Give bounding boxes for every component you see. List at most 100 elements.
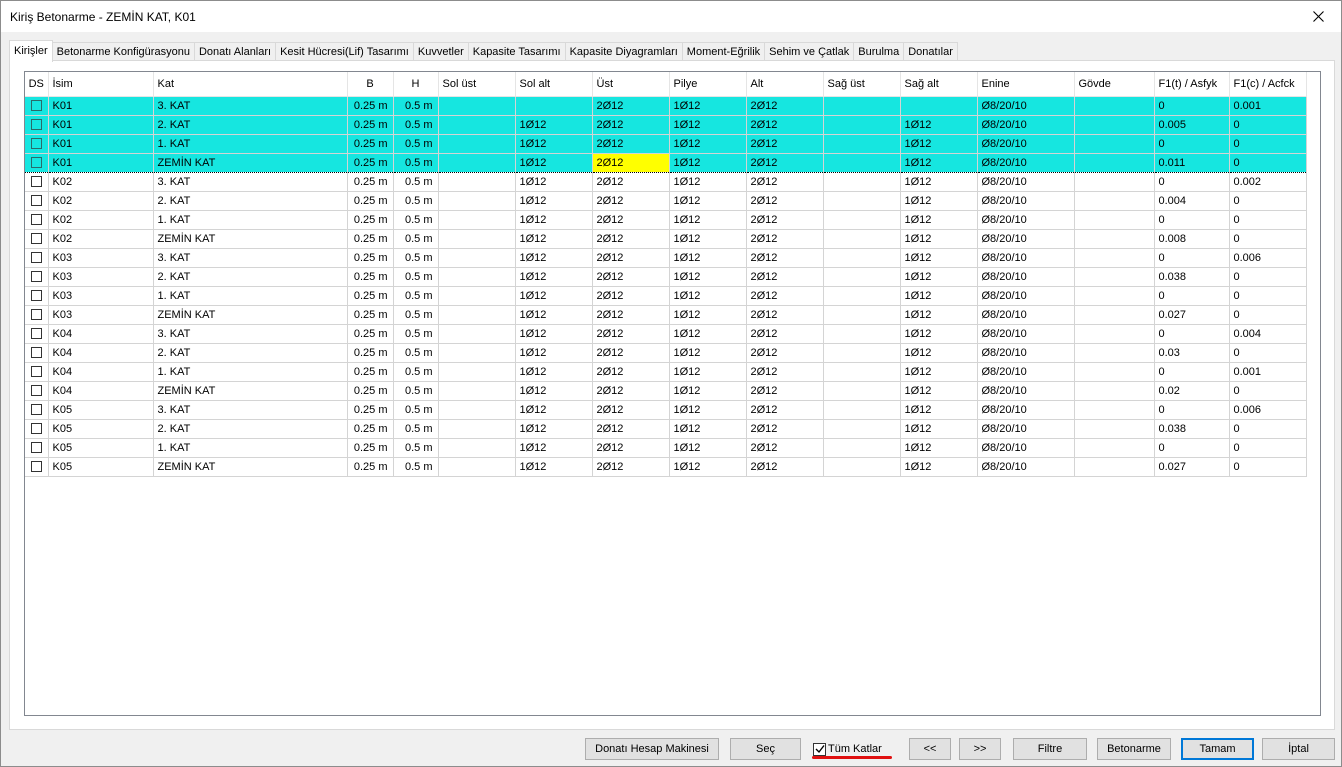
table-cell[interactable]: Ø8/20/10 xyxy=(977,400,1075,420)
table-cell[interactable]: 2Ø12 xyxy=(746,96,824,116)
table-cell[interactable]: 0.25 m xyxy=(347,324,394,344)
column-header[interactable]: F1(c) / Acfck xyxy=(1229,72,1307,97)
table-cell[interactable] xyxy=(1074,381,1155,401)
table-cell[interactable]: K05 xyxy=(48,400,154,420)
table-row[interactable]: K01 3. KAT 0.25 m 0.5 m 2Ø12 1Ø12 2Ø12 Ø8/20/10… xyxy=(25,96,1307,116)
table-cell[interactable]: K01 xyxy=(48,96,154,116)
table-cell[interactable]: 0.004 xyxy=(1154,191,1230,211)
tab-8[interactable]: Sehim ve Çatlak xyxy=(764,42,855,61)
table-cell[interactable] xyxy=(438,210,516,230)
table-cell[interactable]: 2Ø12 xyxy=(592,96,670,116)
table-cell[interactable] xyxy=(438,267,516,287)
table-row[interactable]: K05 3. KAT 0.25 m 0.5 m 1Ø12 2Ø12 1Ø12 2Ø12 1Ø12… xyxy=(25,400,1307,420)
table-cell[interactable] xyxy=(1074,400,1155,420)
table-cell[interactable]: 1Ø12 xyxy=(900,229,978,249)
table-cell[interactable]: K03 xyxy=(48,305,154,325)
table-cell[interactable]: 0.5 m xyxy=(393,172,439,192)
ds-checkbox[interactable] xyxy=(30,271,42,283)
table-cell[interactable]: 1Ø12 xyxy=(900,362,978,382)
table-cell[interactable]: 0 xyxy=(1229,134,1307,154)
ds-checkbox[interactable] xyxy=(30,157,42,169)
table-cell[interactable]: Ø8/20/10 xyxy=(977,267,1075,287)
table-cell[interactable]: 2Ø12 xyxy=(746,419,824,439)
tab-1[interactable]: Betonarme Konfigürasyonu xyxy=(51,42,195,61)
table-cell[interactable]: 2Ø12 xyxy=(592,343,670,363)
table-cell[interactable]: Ø8/20/10 xyxy=(977,457,1075,477)
table-cell[interactable]: Ø8/20/10 xyxy=(977,286,1075,306)
table-cell[interactable] xyxy=(823,286,901,306)
table-cell[interactable]: 1Ø12 xyxy=(900,305,978,325)
table-cell[interactable]: 0 xyxy=(1229,381,1307,401)
table-cell[interactable]: 3. KAT xyxy=(153,324,348,344)
table-cell[interactable]: 0.006 xyxy=(1229,400,1307,420)
ds-cell[interactable] xyxy=(25,210,49,230)
table-cell[interactable] xyxy=(1074,362,1155,382)
table-cell[interactable]: K02 xyxy=(48,172,154,192)
column-header[interactable]: B xyxy=(347,72,394,97)
table-cell[interactable]: 2Ø12 xyxy=(746,172,824,192)
table-cell[interactable]: Ø8/20/10 xyxy=(977,96,1075,116)
table-cell[interactable]: 1Ø12 xyxy=(669,152,747,173)
table-cell[interactable]: 1Ø12 xyxy=(669,286,747,306)
table-cell[interactable]: 0 xyxy=(1154,248,1230,268)
table-cell[interactable]: 2. KAT xyxy=(153,419,348,439)
table-cell[interactable] xyxy=(823,362,901,382)
table-cell[interactable] xyxy=(438,324,516,344)
table-cell[interactable]: 0.25 m xyxy=(347,229,394,249)
column-header[interactable]: Sol alt xyxy=(515,72,593,97)
table-cell[interactable]: 0.5 m xyxy=(393,96,439,116)
column-header[interactable]: Sol üst xyxy=(438,72,516,97)
table-cell[interactable]: 0 xyxy=(1229,267,1307,287)
table-cell[interactable]: 1Ø12 xyxy=(900,172,978,192)
table-cell[interactable]: 2Ø12 xyxy=(592,381,670,401)
table-cell[interactable]: Ø8/20/10 xyxy=(977,248,1075,268)
ds-checkbox[interactable] xyxy=(30,366,42,378)
table-cell[interactable]: 0.25 m xyxy=(347,305,394,325)
table-cell[interactable]: 1Ø12 xyxy=(900,419,978,439)
table-cell[interactable]: ZEMİN KAT xyxy=(153,229,348,249)
table-cell[interactable]: 2Ø12 xyxy=(746,438,824,458)
table-row[interactable]: K02 ZEMİN KAT 0.25 m 0.5 m 1Ø12 2Ø12 1Ø12 2Ø12 1… xyxy=(25,229,1307,249)
table-cell[interactable]: 2Ø12 xyxy=(746,324,824,344)
table-cell[interactable]: 2. KAT xyxy=(153,115,348,135)
table-cell[interactable] xyxy=(823,419,901,439)
table-cell[interactable] xyxy=(823,438,901,458)
ds-cell[interactable] xyxy=(25,286,49,306)
table-cell[interactable]: 1Ø12 xyxy=(900,438,978,458)
table-cell[interactable]: 2Ø12 xyxy=(592,134,670,154)
table-cell[interactable]: 1Ø12 xyxy=(515,115,593,135)
table-cell[interactable] xyxy=(823,191,901,211)
table-cell[interactable]: 2Ø12 xyxy=(746,115,824,135)
table-cell[interactable]: 0 xyxy=(1154,400,1230,420)
column-header[interactable]: DS xyxy=(25,72,49,97)
table-cell[interactable]: Ø8/20/10 xyxy=(977,191,1075,211)
table-cell[interactable] xyxy=(438,438,516,458)
table-cell[interactable] xyxy=(1074,172,1155,192)
table-cell[interactable]: K01 xyxy=(48,115,154,135)
table-cell[interactable] xyxy=(1074,191,1155,211)
table-cell[interactable]: 0.5 m xyxy=(393,286,439,306)
table-cell[interactable]: 0.25 m xyxy=(347,438,394,458)
table-cell[interactable]: 0.25 m xyxy=(347,96,394,116)
table-cell[interactable] xyxy=(823,248,901,268)
table-row[interactable]: K02 3. KAT 0.25 m 0.5 m 1Ø12 2Ø12 1Ø12 2Ø12 1Ø12… xyxy=(25,172,1307,192)
table-cell[interactable]: K04 xyxy=(48,343,154,363)
ds-cell[interactable] xyxy=(25,229,49,249)
table-cell[interactable] xyxy=(823,134,901,154)
table-cell[interactable] xyxy=(438,381,516,401)
table-cell[interactable]: 2Ø12 xyxy=(592,286,670,306)
ds-checkbox[interactable] xyxy=(30,119,42,131)
table-cell[interactable] xyxy=(823,457,901,477)
table-cell[interactable]: 2. KAT xyxy=(153,191,348,211)
table-cell[interactable]: Ø8/20/10 xyxy=(977,152,1075,173)
table-cell[interactable]: 0.038 xyxy=(1154,419,1230,439)
table-cell[interactable]: 2Ø12 xyxy=(746,134,824,154)
table-cell[interactable] xyxy=(438,457,516,477)
table-cell[interactable]: 0.5 m xyxy=(393,362,439,382)
ok-button[interactable]: Tamam xyxy=(1181,738,1254,760)
table-cell[interactable]: 2Ø12 xyxy=(592,267,670,287)
column-header[interactable]: Gövde xyxy=(1074,72,1155,97)
ds-cell[interactable] xyxy=(25,438,49,458)
close-button[interactable] xyxy=(1295,1,1341,32)
table-cell[interactable]: 0 xyxy=(1229,419,1307,439)
